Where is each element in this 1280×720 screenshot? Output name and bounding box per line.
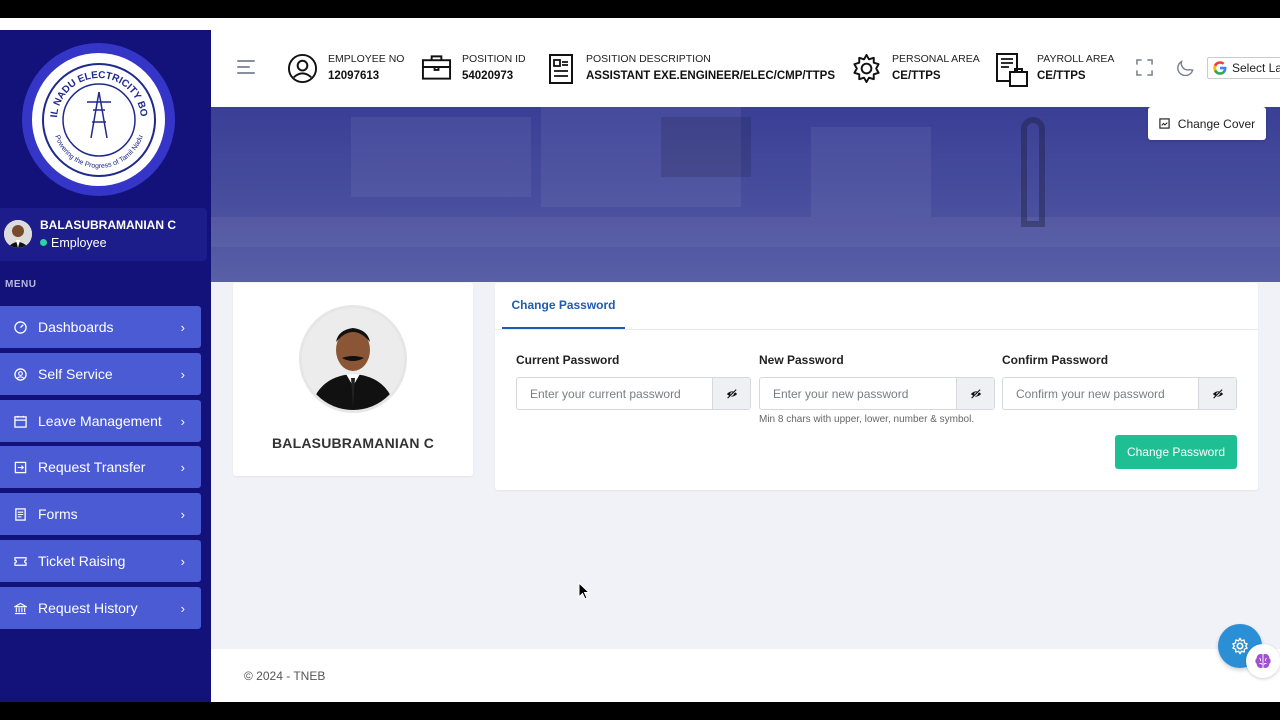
change-password-button[interactable]: Change Password [1115, 435, 1237, 469]
tab-change-password[interactable]: Change Password [502, 283, 625, 329]
profile-card: BALASUBRAMANIAN C [233, 283, 473, 476]
calendar-icon [13, 414, 27, 428]
personal-area-value: CE/TTPS [892, 70, 941, 82]
eye-off-icon [1212, 388, 1223, 399]
form-icon [13, 507, 27, 521]
logo-emblem-icon: TAMIL NADU ELECTRICITY BOARD Powering th… [39, 60, 156, 177]
menu-label: MENU [5, 279, 37, 290]
confirm-password-input[interactable] [1003, 378, 1198, 409]
mouse-cursor-icon [578, 582, 590, 600]
confirm-password-group [1002, 377, 1237, 410]
change-password-card: Change Password Current Password New Pas… [495, 283, 1258, 490]
chevron-right-icon: › [180, 459, 185, 475]
current-password-label: Current Password [516, 353, 620, 367]
chevron-right-icon: › [180, 319, 185, 335]
position-id-label: POSITION ID [462, 53, 526, 65]
chevron-right-icon: › [180, 366, 185, 382]
user-name: BALASUBRAMANIAN C [40, 218, 176, 232]
dashboard-icon [13, 320, 27, 334]
chevron-right-icon: › [180, 506, 185, 522]
logo-text-bottom: Powering the Progress of Tamil Nadu [53, 134, 144, 170]
new-password-input[interactable] [760, 378, 956, 409]
position-description-value: ASSISTANT EXE.ENGINEER/ELEC/CMP/TTPS [586, 70, 835, 82]
transfer-icon [13, 460, 27, 474]
current-password-input[interactable] [517, 378, 712, 409]
google-icon [1213, 61, 1227, 75]
sidebar-item-leave-management[interactable]: Leave Management › [0, 400, 201, 442]
hamburger-menu-icon[interactable] [237, 60, 255, 78]
bank-icon [13, 601, 27, 615]
app-frame: TAMIL NADU ELECTRICITY BOARD Powering th… [0, 18, 1280, 702]
tab-divider [495, 329, 1258, 330]
gear-icon [853, 53, 880, 84]
ticket-icon [13, 554, 27, 568]
toggle-visibility-confirm-button[interactable] [1198, 378, 1236, 409]
svg-text:Powering the Progress of Tamil: Powering the Progress of Tamil Nadu [53, 134, 144, 170]
browser-strip [0, 18, 1280, 30]
chevron-right-icon: › [180, 413, 185, 429]
payroll-area-label: PAYROLL AREA [1037, 53, 1115, 65]
toggle-visibility-current-button[interactable] [712, 378, 750, 409]
confirm-password-label: Confirm Password [1002, 353, 1109, 367]
sidebar-item-ticket-raising[interactable]: Ticket Raising › [0, 540, 201, 582]
tneb-logo: TAMIL NADU ELECTRICITY BOARD Powering th… [22, 43, 175, 196]
user-circle-icon [13, 367, 27, 381]
fullscreen-icon[interactable] [1136, 59, 1153, 76]
employee-no-label: EMPLOYEE NO [328, 53, 405, 65]
change-cover-button[interactable]: Change Cover [1148, 107, 1266, 140]
new-password-group [759, 377, 995, 410]
sidebar-item-self-service[interactable]: Self Service › [0, 353, 201, 395]
profile-name: BALASUBRAMANIAN C [271, 435, 435, 451]
footer: © 2024 - TNEB [211, 649, 1280, 702]
gear-icon [1232, 637, 1248, 655]
dark-mode-moon-icon[interactable] [1177, 59, 1194, 76]
sidebar-item-request-transfer[interactable]: Request Transfer › [0, 446, 201, 488]
sidebar-item-dashboards[interactable]: Dashboards › [0, 306, 201, 348]
eye-off-icon [970, 388, 981, 399]
briefcase-icon [421, 55, 452, 80]
eye-off-icon [726, 388, 737, 399]
document-icon [549, 54, 573, 84]
profile-avatar [299, 305, 407, 413]
brain-icon [1255, 653, 1271, 669]
top-header: EMPLOYEE NO 12097613 POSITION ID 5402097… [211, 30, 1280, 107]
position-description-label: POSITION DESCRIPTION [586, 53, 711, 65]
language-select[interactable]: Select La [1207, 57, 1280, 79]
chevron-right-icon: › [180, 600, 185, 616]
employee-no-value: 12097613 [328, 70, 380, 82]
payroll-area-value: CE/TTPS [1037, 70, 1086, 82]
current-password-group [516, 377, 751, 410]
payroll-document-icon [996, 53, 1028, 87]
footer-copyright: © 2024 - TNEB [244, 669, 326, 683]
user-circle-icon [287, 53, 318, 84]
image-edit-icon [1159, 118, 1170, 129]
new-password-label: New Password [759, 353, 844, 367]
user-role: Employee [40, 236, 107, 250]
chevron-right-icon: › [180, 553, 185, 569]
toggle-visibility-new-button[interactable] [956, 378, 994, 409]
status-dot-icon [40, 239, 47, 246]
user-card[interactable]: BALASUBRAMANIAN C Employee [0, 208, 207, 261]
language-select-value: Select La [1232, 61, 1280, 75]
sidebar: TAMIL NADU ELECTRICITY BOARD Powering th… [0, 30, 211, 702]
assistant-button[interactable] [1246, 644, 1280, 678]
password-hint: Min 8 chars with upper, lower, number & … [759, 414, 975, 425]
sidebar-item-forms[interactable]: Forms › [0, 493, 201, 535]
avatar [4, 220, 32, 248]
personal-area-label: PERSONAL AREA [892, 53, 980, 65]
sidebar-item-request-history[interactable]: Request History › [0, 587, 201, 629]
cover-image: Change Cover [211, 107, 1280, 282]
position-id-value: 54020973 [462, 70, 514, 82]
